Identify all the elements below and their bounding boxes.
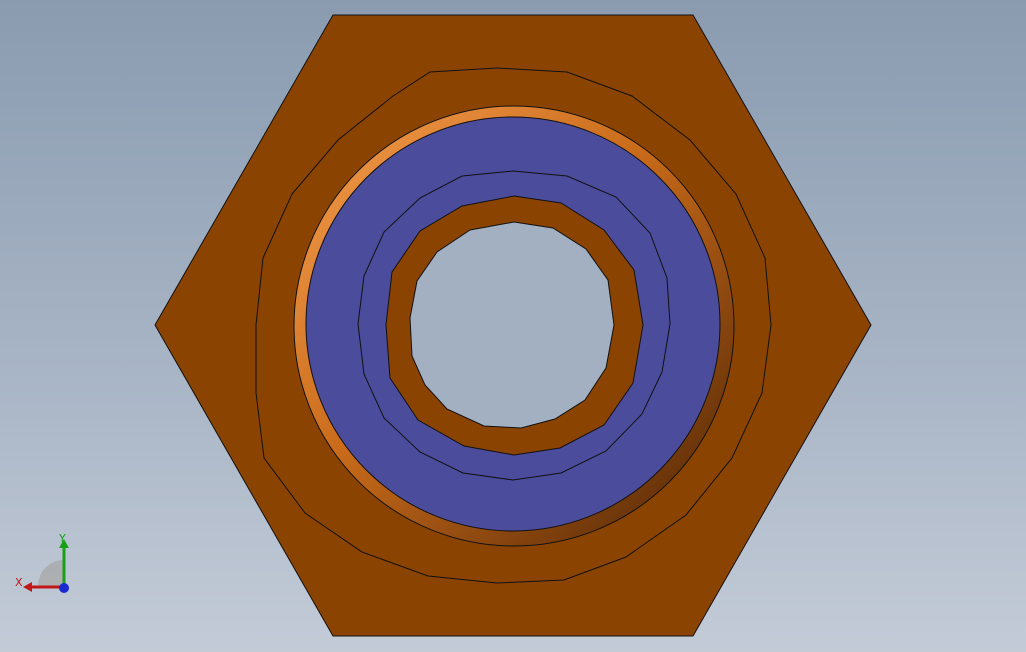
z-axis-dot <box>59 583 69 593</box>
x-axis-label: X <box>15 576 23 589</box>
x-axis-arrow <box>23 582 32 592</box>
y-axis-label: Y <box>58 532 66 545</box>
through-hole <box>409 221 615 429</box>
axis-triad: Y X <box>15 532 69 593</box>
model-view[interactable] <box>0 0 1026 652</box>
cad-viewport[interactable]: Y X <box>0 0 1026 652</box>
triad-arc <box>38 560 64 586</box>
